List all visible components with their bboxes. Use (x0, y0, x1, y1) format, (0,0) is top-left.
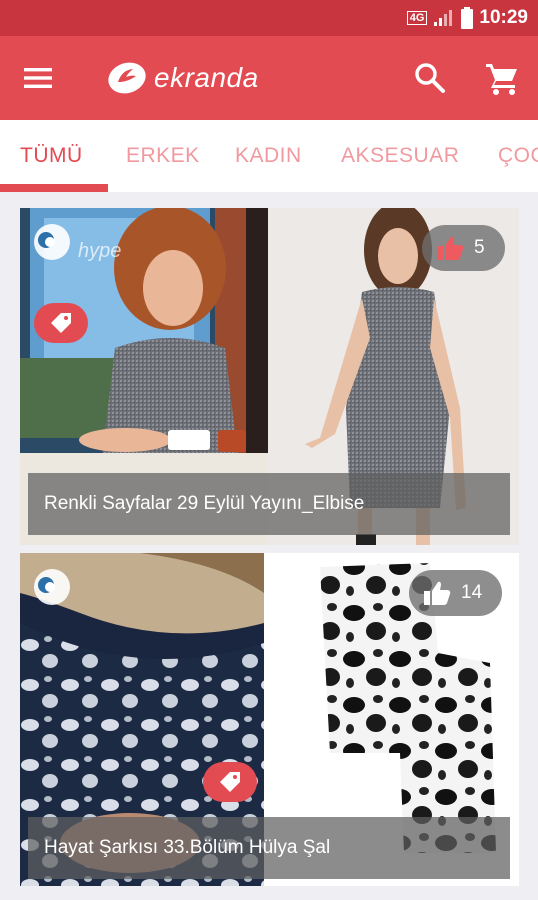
thumbs-up-icon (437, 236, 464, 260)
channel-logo (34, 224, 70, 260)
tab-all[interactable]: TÜMÜ (20, 120, 83, 192)
product-tag-button[interactable] (203, 762, 257, 802)
card-title: Renkli Sayfalar 29 Eylül Yayını_Elbise (28, 473, 510, 535)
app-bar: ekranda (0, 36, 538, 120)
like-count: 14 (461, 582, 483, 603)
logo-icon (108, 62, 146, 94)
channel-watermark: hype (78, 240, 122, 262)
status-bar: 4G 10:29 (0, 0, 538, 36)
tab-kids[interactable]: ÇOC (498, 120, 538, 192)
tab-accessories[interactable]: AKSESUAR (341, 120, 459, 192)
like-button[interactable]: 14 (409, 570, 503, 616)
thumbs-up-icon (424, 581, 451, 605)
tab-women[interactable]: KADIN (235, 120, 302, 192)
network-type-label: 4G (406, 11, 428, 25)
signal-icon (434, 10, 453, 26)
category-tabs: TÜMÜ ERKEK KADIN AKSESUAR ÇOC (0, 120, 538, 192)
status-icons: 4G 10:29 (406, 0, 528, 36)
product-card[interactable]: hype 5 Renkli Sayfalar 29 Eylül Yayını_E… (20, 208, 519, 545)
battery-icon (461, 7, 474, 29)
like-button[interactable]: 5 (422, 225, 505, 271)
card-title: Hayat Şarkısı 33.Bölüm Hülya Şal (28, 817, 510, 879)
active-tab-indicator (0, 184, 108, 192)
menu-icon[interactable] (20, 60, 56, 96)
cart-icon[interactable] (484, 60, 520, 96)
tag-icon (220, 772, 240, 792)
product-tag-button[interactable] (34, 303, 88, 343)
brand-logo[interactable]: ekranda (106, 56, 259, 100)
tab-men[interactable]: ERKEK (126, 120, 200, 192)
product-card[interactable]: 14 Hayat Şarkısı 33.Bölüm Hülya Şal (20, 553, 519, 886)
clock: 10:29 (479, 7, 528, 28)
tag-icon (51, 313, 71, 333)
channel-logo (34, 569, 70, 605)
like-count: 5 (474, 237, 485, 258)
search-icon[interactable] (412, 60, 448, 96)
brand-name: ekranda (154, 62, 259, 93)
